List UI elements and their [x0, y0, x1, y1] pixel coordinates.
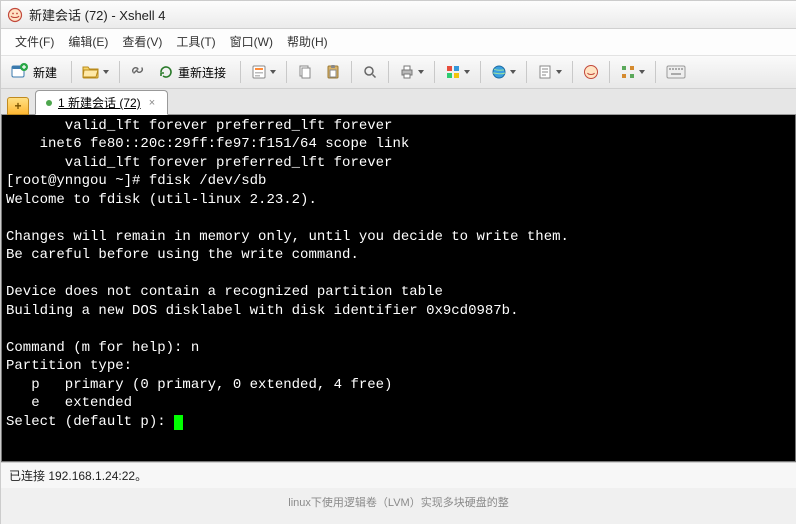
chevron-down-icon: [270, 70, 276, 74]
profile-icon: [251, 64, 267, 80]
reconnect-button[interactable]: 重新连接: [153, 59, 235, 85]
print-button[interactable]: [394, 59, 429, 85]
toolbar-separator: [351, 61, 352, 83]
chevron-down-icon: [103, 70, 109, 74]
globe-icon: [491, 64, 507, 80]
window-title: 新建会话 (72) - Xshell 4: [29, 5, 166, 24]
printer-icon: [399, 64, 415, 80]
chevron-down-icon: [418, 70, 424, 74]
xshell-button[interactable]: [578, 59, 604, 85]
menu-view[interactable]: 查看(V): [122, 33, 162, 50]
new-button[interactable]: 新建: [6, 59, 66, 85]
footer-text: linux下使用逻辑卷（LVM）实现多块硬盘的整: [288, 497, 508, 509]
toolbar-separator: [609, 61, 610, 83]
globe-button[interactable]: [486, 59, 521, 85]
menu-help[interactable]: 帮助(H): [287, 33, 328, 50]
footer-caption: linux下使用逻辑卷（LVM）实现多块硬盘的整: [1, 494, 796, 510]
tab-strip: + 1 新建会话 (72) ×: [1, 89, 796, 115]
menu-bar: 文件(F) 编辑(E) 查看(V) 工具(T) 窗口(W) 帮助(H): [1, 29, 796, 56]
plus-icon: +: [14, 99, 21, 113]
toolbar-separator: [526, 61, 527, 83]
tools-grid-button[interactable]: [615, 59, 650, 85]
folder-open-icon: [82, 64, 100, 80]
terminal-cursor: [174, 415, 183, 430]
terminal-output[interactable]: valid_lft forever preferred_lft forever …: [2, 115, 795, 461]
title-bar: 新建会话 (72) - Xshell 4: [1, 1, 796, 29]
color-scheme-icon: [445, 64, 461, 80]
copy-button[interactable]: [292, 59, 318, 85]
chevron-down-icon: [464, 70, 470, 74]
toolbar-separator: [572, 61, 573, 83]
toolbar-separator: [240, 61, 241, 83]
chevron-down-icon: [510, 70, 516, 74]
tab-close-button[interactable]: ×: [147, 97, 157, 109]
chevron-down-icon: [639, 70, 645, 74]
toolbar-separator: [286, 61, 287, 83]
keyboard-icon: [666, 65, 686, 79]
status-dot-icon: [46, 100, 52, 106]
status-text: 已连接 192.168.1.24:22。: [9, 469, 147, 483]
menu-window[interactable]: 窗口(W): [230, 33, 273, 50]
menu-tools[interactable]: 工具(T): [176, 33, 215, 50]
link-button[interactable]: [125, 59, 151, 85]
grid-icon: [620, 64, 636, 80]
script-icon: [537, 64, 553, 80]
keyboard-button[interactable]: [661, 59, 691, 85]
chevron-down-icon: [556, 70, 562, 74]
status-bar: 已连接 192.168.1.24:22。: [1, 462, 796, 488]
app-icon: [7, 7, 23, 23]
menu-edit[interactable]: 编辑(E): [68, 33, 108, 50]
reconnect-icon: [158, 64, 174, 80]
new-button-label: 新建: [33, 64, 57, 81]
link-icon: [130, 64, 146, 80]
xshell-icon: [583, 64, 599, 80]
toolbar-separator: [434, 61, 435, 83]
menu-file[interactable]: 文件(F): [15, 33, 54, 50]
tab-session-1[interactable]: 1 新建会话 (72) ×: [35, 90, 168, 115]
add-tab-button[interactable]: +: [7, 97, 29, 115]
tab-label: 1 新建会话 (72): [58, 94, 141, 111]
open-button[interactable]: [77, 59, 114, 85]
toolbar-separator: [388, 61, 389, 83]
script-button[interactable]: [532, 59, 567, 85]
search-icon: [362, 64, 378, 80]
colors-button[interactable]: [440, 59, 475, 85]
toolbar-separator: [480, 61, 481, 83]
new-session-icon: [11, 63, 29, 81]
toolbar: 新建 重新连接: [1, 56, 796, 89]
terminal-pane: valid_lft forever preferred_lft forever …: [1, 115, 796, 462]
copy-icon: [297, 64, 313, 80]
paste-icon: [325, 64, 341, 80]
find-button[interactable]: [357, 59, 383, 85]
toolbar-separator: [71, 61, 72, 83]
paste-button[interactable]: [320, 59, 346, 85]
toolbar-separator: [119, 61, 120, 83]
reconnect-button-label: 重新连接: [178, 64, 226, 81]
profile-button[interactable]: [246, 59, 281, 85]
toolbar-separator: [655, 61, 656, 83]
